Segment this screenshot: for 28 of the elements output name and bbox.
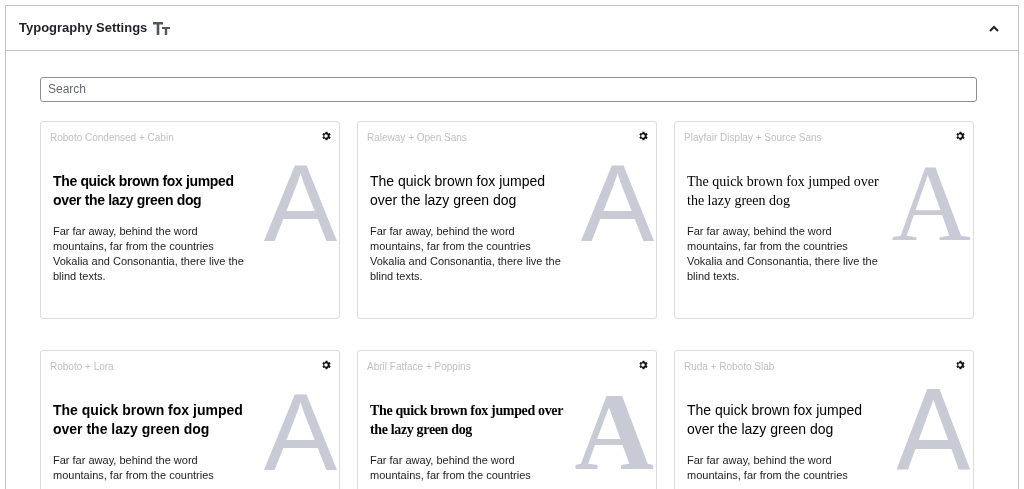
settings-icon[interactable] — [320, 129, 332, 142]
pairing-label: Abril Fatface + Poppins — [367, 359, 471, 374]
settings-icon[interactable] — [320, 358, 332, 371]
sample-paragraph: Far far away, behind the word mountains, far from the countries — [370, 452, 532, 483]
sample-heading: The quick brown fox jumped over the lazy green dog — [687, 400, 864, 439]
sample-paragraph: Far far away, behind the word mountains, far from the countries — [687, 452, 849, 483]
sample-heading: The quick brown fox jumped over the lazy green dog — [53, 400, 244, 439]
sample-paragraph: Far far away, behind the word mountains, far from the countries Vokalia and Consonantia, there live the blind texts. — [687, 223, 879, 284]
pairing-label: Playfair Display + Source Sans — [684, 130, 822, 145]
pairing-label: Ruda + Roboto Slab — [684, 359, 775, 374]
panel-title: Typography Settings — [19, 19, 148, 38]
sample-heading: The quick brown fox jumped over the lazy green dog — [370, 171, 547, 210]
pairing-label: Raleway + Open Sans — [367, 130, 467, 145]
chevron-icon — [989, 24, 999, 32]
sample-heading: The quick brown fox jumped over the lazy green dog — [53, 171, 235, 210]
sample-paragraph: Far far away, behind the word mountains, far from the countries — [53, 452, 215, 483]
sample-paragraph: Far far away, behind the word mountains, far from the countries Vokalia and Consonantia, there live the blind texts. — [370, 223, 562, 284]
settings-icon[interactable] — [954, 358, 966, 371]
pairing-label: Roboto + Lora — [50, 359, 114, 374]
pairing-label: Roboto Condensed + Cabin — [50, 130, 174, 145]
search-field[interactable]: Search — [40, 76, 977, 102]
sample-heading: The quick brown fox jumped over the lazy green dog — [370, 401, 565, 439]
text-size-icon — [153, 21, 171, 35]
sample-paragraph: Far far away, behind the word mountains, far from the countries Vokalia and Consonantia, there live the blind texts. — [53, 223, 245, 284]
sample-heading: The quick brown fox jumped over the lazy green dog — [687, 172, 880, 210]
settings-icon[interactable] — [637, 129, 649, 142]
settings-icon[interactable] — [954, 129, 966, 142]
settings-icon[interactable] — [637, 358, 649, 371]
